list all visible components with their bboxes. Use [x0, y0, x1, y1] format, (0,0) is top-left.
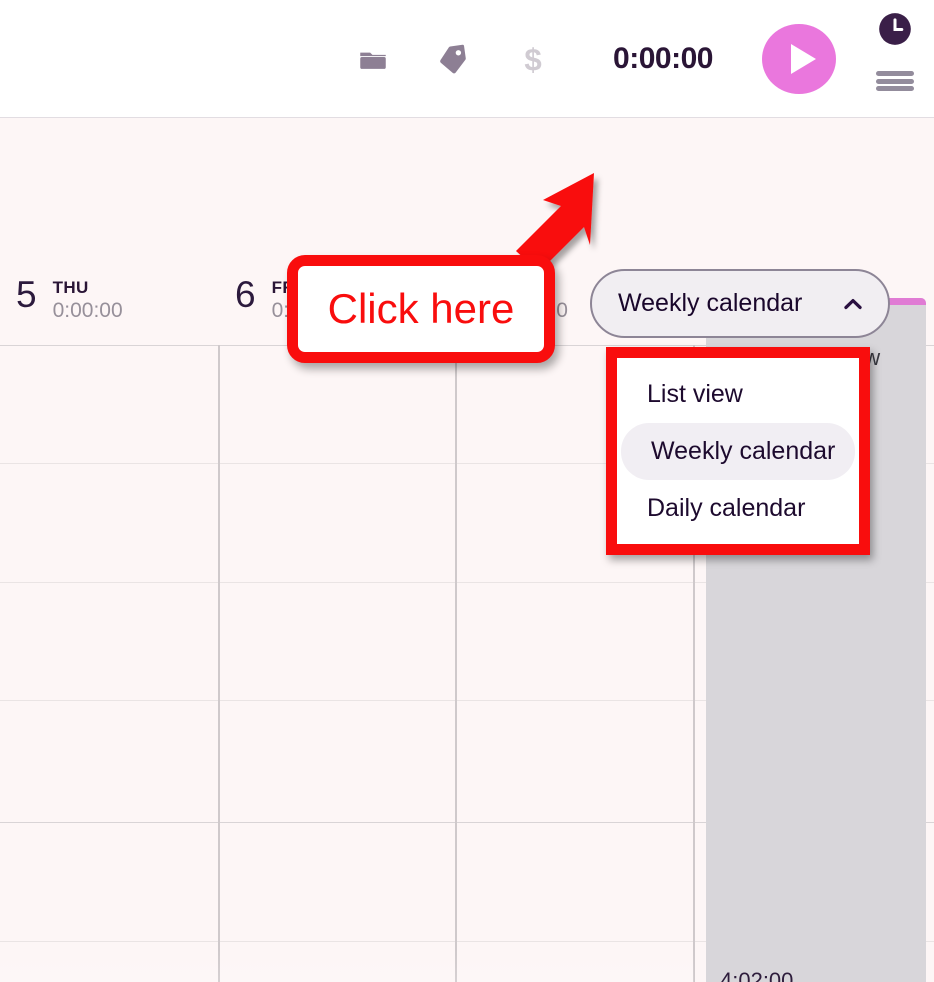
menu-item-daily-calendar[interactable]: Daily calendar — [617, 480, 859, 537]
view-selector-label: Weekly calendar — [618, 289, 803, 317]
day-number: 5 — [16, 274, 37, 315]
clock-icon[interactable] — [876, 10, 914, 48]
menu-item-weekly-calendar[interactable]: Weekly calendar — [621, 422, 855, 480]
view-selector-button[interactable]: Weekly calendar — [590, 269, 890, 338]
top-toolbar: $ 0:00:00 — [0, 0, 934, 118]
day-total: 0:00:00 — [52, 299, 123, 322]
menu-item-label: Daily calendar — [647, 493, 806, 522]
timer-display: 0:00:00 — [613, 42, 713, 75]
svg-text:$: $ — [524, 42, 541, 76]
day-name: FRI — [271, 278, 301, 297]
grid-line-vertical — [455, 345, 457, 982]
menu-item-list-view[interactable]: List view — [617, 366, 859, 423]
day-meta: THU 0:00:00 — [53, 274, 123, 324]
view-selector-dropdown-list: List view Weekly calendar Daily calendar — [617, 358, 859, 544]
kebab-dot-1 — [540, 285, 548, 292]
folder-icon[interactable] — [352, 38, 394, 80]
menu-icon[interactable] — [876, 68, 914, 94]
tracker-entry-icons: $ — [352, 38, 554, 80]
day-column-header-thu: 5 THU 0:00:00 — [0, 272, 219, 345]
chevron-up-icon — [844, 298, 862, 309]
menu-item-label: Weekly calendar — [651, 436, 836, 465]
day-column-header-fri: 6 FRI 0:00:00 — [219, 272, 457, 345]
menu-bar-3 — [876, 86, 914, 91]
grid-fade-overlay — [0, 949, 694, 982]
event-duration: 4:02:00 — [720, 968, 794, 982]
day-name: THU — [52, 278, 89, 297]
start-timer-button[interactable] — [762, 24, 836, 94]
kebab-dot-2 — [540, 301, 548, 309]
view-selector-dropdown: List view Weekly calendar Daily calendar — [606, 347, 870, 555]
play-icon — [790, 44, 816, 74]
kebab-dot-3 — [540, 318, 548, 325]
day-total: 0:00:00 — [271, 299, 342, 322]
menu-bar-1 — [876, 71, 914, 76]
menu-bar-2 — [876, 78, 914, 84]
menu-item-label: List view — [647, 379, 743, 408]
dollar-icon[interactable]: $ — [512, 38, 554, 80]
tag-icon[interactable] — [432, 38, 474, 80]
more-options-icon[interactable] — [538, 285, 550, 325]
day-number: 7 — [473, 274, 494, 315]
calendar-body: 5 THU 0:00:00 6 FRI 0:00:00 7 SAT 0:00:0 — [0, 119, 934, 982]
grid-line-vertical — [218, 345, 220, 982]
app-root: $ 0:00:00 5 THU 0:00:00 6 FRI 0:00:00 7 … — [0, 0, 934, 982]
day-number: 6 — [235, 274, 256, 315]
day-meta: FRI 0:00:00 — [272, 274, 342, 324]
